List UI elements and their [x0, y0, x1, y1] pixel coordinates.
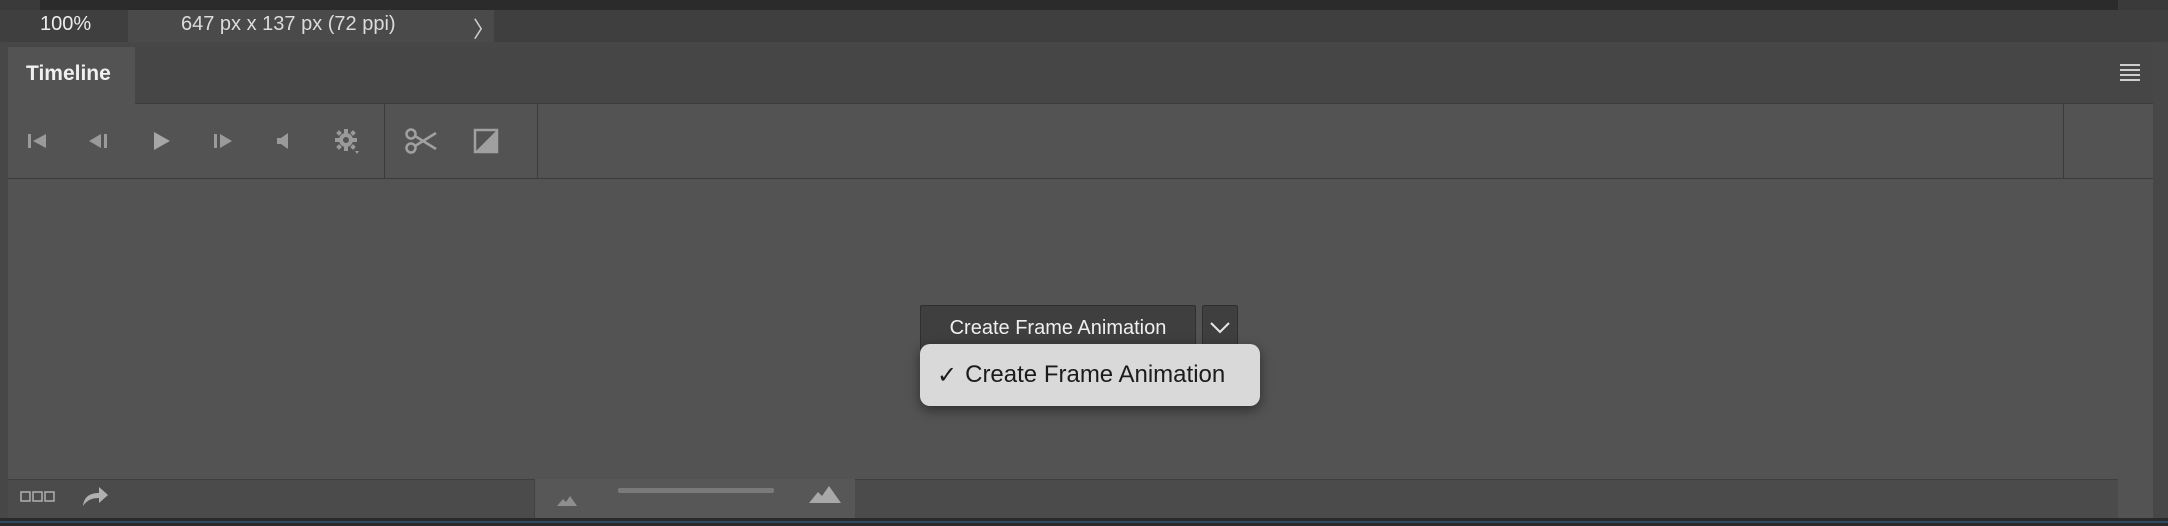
redo-arrow-icon[interactable]	[80, 484, 110, 515]
bottom-edge-accent	[0, 521, 2168, 523]
zoom-in-icon[interactable]	[808, 484, 842, 509]
timeline-bottom-bar	[8, 479, 2118, 519]
status-expand-arrow-icon[interactable]: 〉	[473, 12, 495, 44]
panel-menu-icon[interactable]	[2120, 64, 2140, 82]
zoom-slider-track[interactable]	[618, 488, 774, 493]
zoom-level[interactable]: 100%	[40, 13, 91, 36]
previous-frame-icon[interactable]	[81, 124, 115, 158]
document-scrollbar[interactable]	[40, 0, 2118, 10]
play-icon[interactable]	[144, 124, 178, 158]
convert-frames-icon[interactable]	[20, 490, 56, 509]
create-frame-animation-label: Create Frame Animation	[949, 316, 1167, 339]
settings-icon[interactable]	[330, 124, 364, 158]
menu-item-create-frame-animation[interactable]: Create Frame Animation	[965, 361, 1225, 389]
toolbar-divider	[384, 104, 385, 178]
audio-icon[interactable]	[267, 124, 301, 158]
transition-icon[interactable]	[469, 124, 503, 158]
go-to-first-frame-icon[interactable]	[21, 124, 55, 158]
document-info: 647 px x 137 px (72 ppi)	[181, 13, 396, 35]
panel-header	[8, 47, 2153, 104]
scissors-icon[interactable]	[404, 124, 438, 158]
checkmark-icon: ✓	[937, 361, 958, 389]
chevron-down-icon	[1210, 322, 1230, 334]
tab-timeline-label: Timeline	[26, 62, 111, 85]
next-frame-icon[interactable]	[206, 124, 240, 158]
toolbar-divider	[537, 104, 538, 178]
toolbar-divider	[2063, 104, 2064, 178]
animation-type-menu: ✓ Create Frame Animation	[920, 344, 1260, 406]
zoom-out-icon[interactable]	[556, 493, 578, 512]
zoom-slider-area	[534, 479, 855, 518]
